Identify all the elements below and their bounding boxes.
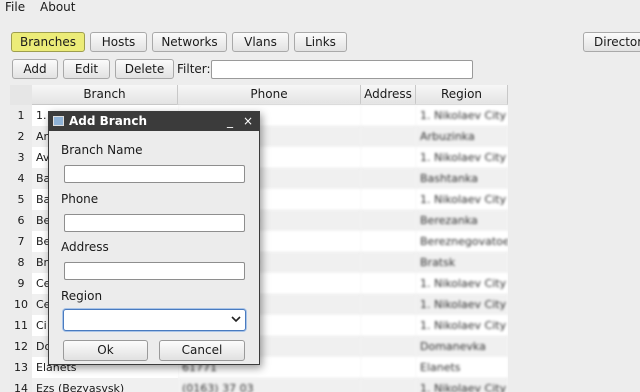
cell-region: 1. Nikolaev City: [416, 378, 508, 392]
tab-networks[interactable]: Networks: [152, 32, 227, 52]
branch-name-input[interactable]: [64, 165, 245, 183]
menu-file[interactable]: File: [5, 0, 25, 14]
minimize-icon[interactable]: _: [223, 112, 237, 131]
cell-region: Elanets: [416, 357, 508, 378]
window-icon: [53, 116, 64, 126]
row-number: 7: [10, 231, 32, 252]
cell-region: 1. Nikolaev City: [416, 189, 508, 210]
cell-address: [361, 147, 416, 168]
tab-vlans[interactable]: Vlans: [232, 32, 289, 52]
edit-button[interactable]: Edit: [63, 59, 110, 79]
cell-branch: Ezs (Bezyasvsk): [32, 378, 178, 392]
row-number: 2: [10, 126, 32, 147]
ok-button[interactable]: Ok: [63, 340, 148, 361]
cell-region: Bereznegovatoe: [416, 231, 508, 252]
cell-address: [361, 294, 416, 315]
add-button[interactable]: Add: [12, 59, 58, 79]
region-label: Region: [61, 289, 103, 303]
cell-address: [361, 126, 416, 147]
row-number: 14: [10, 378, 32, 392]
delete-button[interactable]: Delete: [115, 59, 174, 79]
cell-address: [361, 168, 416, 189]
column-header-branch[interactable]: Branch: [32, 85, 178, 105]
cell-region: Berezanka: [416, 210, 508, 231]
cancel-button[interactable]: Cancel: [159, 340, 245, 361]
row-number: 10: [10, 294, 32, 315]
column-header-region[interactable]: Region: [416, 85, 508, 105]
row-number: 5: [10, 189, 32, 210]
column-header-phone[interactable]: Phone: [178, 85, 361, 105]
address-input[interactable]: [64, 262, 245, 280]
address-label: Address: [61, 240, 109, 254]
cell-region: 1. Nikolaev City: [416, 294, 508, 315]
cell-address: [361, 273, 416, 294]
cell-address: [361, 378, 416, 392]
region-select[interactable]: [63, 309, 246, 331]
cell-address: [361, 105, 416, 126]
chevron-down-icon: [231, 312, 241, 328]
cell-address: [361, 336, 416, 357]
cell-address: [361, 252, 416, 273]
cell-phone: (0163) 37 03: [178, 378, 361, 392]
row-number: 6: [10, 210, 32, 231]
dialog-titlebar[interactable]: Add Branch _ ×: [49, 112, 259, 131]
phone-input[interactable]: [64, 214, 245, 232]
row-number: 8: [10, 252, 32, 273]
cell-address: [361, 357, 416, 378]
cell-region: 1. Nikolaev City: [416, 315, 508, 336]
phone-label: Phone: [61, 192, 99, 206]
row-number: 13: [10, 357, 32, 378]
row-number: 12: [10, 336, 32, 357]
row-number: 3: [10, 147, 32, 168]
cell-address: [361, 210, 416, 231]
row-number: 1: [10, 105, 32, 126]
row-number: 11: [10, 315, 32, 336]
tab-branches[interactable]: Branches: [11, 32, 85, 52]
cell-region: 1. Nikolaev City: [416, 105, 508, 126]
tab-hosts[interactable]: Hosts: [90, 32, 147, 52]
column-header-address[interactable]: Address: [361, 85, 416, 105]
cell-address: [361, 189, 416, 210]
cell-region: Arbuzinka: [416, 126, 508, 147]
cell-region: 1. Nikolaev City: [416, 273, 508, 294]
cell-region: Domanevka: [416, 336, 508, 357]
tab-links[interactable]: Links: [294, 32, 347, 52]
row-number: 4: [10, 168, 32, 189]
menu-about[interactable]: About: [40, 0, 75, 14]
cell-region: 1. Nikolaev City: [416, 147, 508, 168]
menu-bar: File About: [0, 0, 640, 16]
close-icon[interactable]: ×: [241, 112, 255, 131]
filter-input[interactable]: [211, 60, 473, 79]
cell-region: Bratsk: [416, 252, 508, 273]
cell-address: [361, 315, 416, 336]
row-number: 9: [10, 273, 32, 294]
table-corner: [10, 85, 32, 106]
tab-directories[interactable]: Directories: [583, 32, 640, 52]
dialog-title: Add Branch: [69, 114, 148, 128]
cell-region: Bashtanka: [416, 168, 508, 189]
filter-label: Filter:: [177, 62, 211, 76]
branch-name-label: Branch Name: [61, 143, 143, 157]
add-branch-dialog: Add Branch _ × Branch Name Phone Address…: [48, 111, 260, 365]
cell-address: [361, 231, 416, 252]
